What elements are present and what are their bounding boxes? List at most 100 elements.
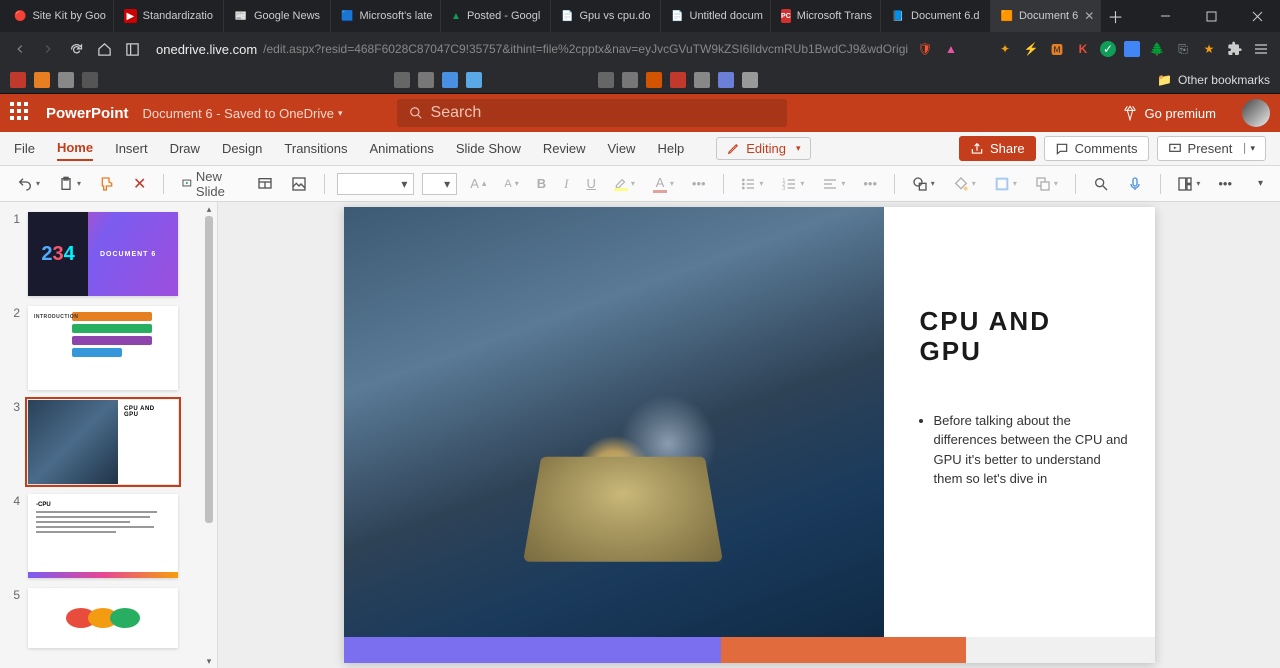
url-field[interactable]: onedrive.live.com/edit.aspx?resid=468F60… [150,42,908,57]
delete-button[interactable]: ✕ [128,171,151,197]
tab-view[interactable]: View [608,137,636,160]
browser-menu-icon[interactable] [1252,40,1270,58]
tab-review[interactable]: Review [543,137,586,160]
extension-icon[interactable]: ★ [1200,40,1218,58]
browser-tab[interactable]: ▲Posted - Googl [441,0,551,32]
dictate-button[interactable] [1122,173,1148,195]
share-button[interactable]: Share [959,136,1036,161]
tab-file[interactable]: File [14,137,35,160]
scrollbar-handle[interactable] [205,216,213,523]
reload-button[interactable] [66,39,86,59]
bookmark-item[interactable] [742,72,758,88]
scroll-up-icon[interactable]: ▴ [203,202,215,216]
bookmark-item[interactable] [718,72,734,88]
tab-animations[interactable]: Animations [370,137,434,160]
more-commands-button[interactable]: ••• [1213,173,1237,194]
more-paragraph-button[interactable]: ••• [858,173,882,194]
bookmark-item[interactable] [34,72,50,88]
extensions-puzzle-icon[interactable] [1226,40,1244,58]
document-title[interactable]: Document 6 - Saved to OneDrive▾ [143,106,343,121]
extension-icon[interactable]: K [1074,40,1092,58]
bookmark-item[interactable] [694,72,710,88]
slide-canvas-area[interactable]: CPU ANDGPU Before talking about the diff… [218,202,1280,668]
bookmark-item[interactable] [418,72,434,88]
back-button[interactable] [10,39,30,59]
slide-thumbnail[interactable] [28,588,178,648]
shape-fill-button[interactable]: ▾ [948,173,981,195]
slide-thumbnail[interactable]: CPU ANDGPU [28,400,178,484]
extension-icon[interactable]: ✦ [996,40,1014,58]
search-input[interactable]: Search [397,99,787,127]
brave-rewards-icon[interactable]: ▲ [942,40,960,58]
highlight-color-button[interactable]: ▾ [609,173,640,194]
slide-thumbnail[interactable]: -CPU [28,494,178,578]
browser-tab[interactable]: 🟧Document 6✕ [991,0,1101,32]
extension-icon[interactable]: 🌲 [1148,40,1166,58]
present-button[interactable]: Present│ ▾ [1157,136,1266,161]
extension-icon[interactable]: ✓ [1100,41,1116,57]
shapes-button[interactable]: ▾ [907,173,940,195]
extension-icon[interactable]: ⎘ [1174,40,1192,58]
shape-outline-button[interactable]: ▾ [989,173,1022,195]
browser-tab[interactable]: 📄Gpu vs cpu.do [551,0,661,32]
close-tab-icon[interactable]: ✕ [1084,9,1094,23]
increase-font-button[interactable]: A▴ [465,173,491,194]
browser-tab[interactable]: 📘Document 6.d [881,0,990,32]
layout-button[interactable] [252,173,278,195]
extension-icon[interactable] [1124,41,1140,57]
more-font-button[interactable]: ••• [687,173,711,194]
numbering-button[interactable]: 123▾ [776,173,809,195]
slide-bullet[interactable]: Before talking about the differences bet… [934,411,1129,489]
bold-button[interactable]: B [532,173,551,194]
close-window-button[interactable] [1234,0,1280,32]
browser-tab[interactable]: ▶Standardizatio [114,0,224,32]
bookmark-item[interactable] [466,72,482,88]
bookmark-item[interactable] [622,72,638,88]
image-button[interactable] [286,173,312,195]
tab-slideshow[interactable]: Slide Show [456,137,521,160]
italic-button[interactable]: I [559,173,573,195]
font-size-select[interactable]: ▾ [422,173,457,195]
underline-button[interactable]: U [582,173,601,194]
extension-icon[interactable]: 🅼 [1048,40,1066,58]
bookmark-item[interactable] [442,72,458,88]
new-tab-button[interactable]: ＋ [1101,0,1131,32]
find-button[interactable] [1088,173,1114,195]
bullets-button[interactable]: ▾ [735,173,768,195]
extension-icon[interactable]: ⚡ [1022,40,1040,58]
slide-text-area[interactable]: CPU ANDGPU Before talking about the diff… [884,207,1155,663]
editing-mode-button[interactable]: Editing▾ [716,137,811,160]
other-bookmarks-button[interactable]: 📁Other bookmarks [1157,73,1270,87]
bookmark-item[interactable] [670,72,686,88]
maximize-button[interactable] [1188,0,1234,32]
font-color-button[interactable]: A▾ [648,172,679,196]
tab-insert[interactable]: Insert [115,137,148,160]
tab-home[interactable]: Home [57,136,93,161]
paste-button[interactable]: ▾ [53,173,86,195]
forward-button[interactable] [38,39,58,59]
user-avatar[interactable] [1242,99,1270,127]
decrease-font-button[interactable]: A▾ [499,175,523,193]
designer-button[interactable]: ▾ [1172,173,1205,195]
collapse-ribbon-button[interactable]: ▾ [1253,175,1268,192]
sidepanel-icon[interactable] [122,39,142,59]
arrange-button[interactable]: ▾ [1030,173,1063,195]
bookmark-item[interactable] [646,72,662,88]
tab-help[interactable]: Help [657,137,684,160]
thumbnail-scrollbar[interactable]: ▴ ▾ [203,202,215,668]
bookmark-item[interactable] [598,72,614,88]
undo-button[interactable]: ▾ [12,173,45,195]
bookmark-item[interactable] [58,72,74,88]
bookmark-item[interactable] [82,72,98,88]
comments-button[interactable]: Comments [1044,136,1149,161]
slide-canvas[interactable]: CPU ANDGPU Before talking about the diff… [344,207,1155,663]
slide-image[interactable] [344,207,884,637]
minimize-button[interactable] [1142,0,1188,32]
browser-tab[interactable]: 📰Google News [224,0,331,32]
browser-tab[interactable]: PCMicrosoft Trans [771,0,881,32]
go-premium-button[interactable]: Go premium [1122,105,1216,121]
slide-title[interactable]: CPU ANDGPU [920,307,1129,367]
home-button[interactable] [94,39,114,59]
slide-thumbnail[interactable]: 234 DOCUMENT 6 [28,212,178,296]
tab-transitions[interactable]: Transitions [284,137,347,160]
